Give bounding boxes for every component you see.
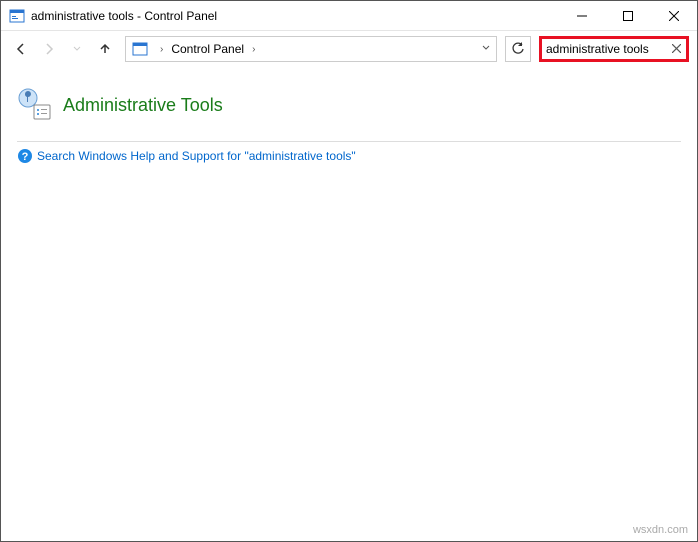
up-arrow-icon [98, 42, 112, 56]
control-panel-window: administrative tools - Control Panel [0, 0, 698, 542]
help-search-link[interactable]: Search Windows Help and Support for "adm… [37, 149, 356, 163]
forward-arrow-icon [42, 42, 56, 56]
content-area: Administrative Tools ? Search Windows He… [1, 67, 697, 541]
window-controls [559, 1, 697, 30]
administrative-tools-link[interactable]: Administrative Tools [63, 95, 223, 116]
x-icon [672, 44, 681, 53]
back-arrow-icon [14, 42, 28, 56]
search-input[interactable] [542, 42, 666, 56]
help-icon: ? [17, 148, 33, 164]
refresh-button[interactable] [505, 36, 531, 62]
minimize-button[interactable] [559, 1, 605, 30]
address-bar[interactable]: › Control Panel › [125, 36, 497, 62]
divider [17, 141, 681, 142]
maximize-button[interactable] [605, 1, 651, 30]
refresh-icon [511, 42, 525, 56]
chevron-down-icon [73, 45, 81, 53]
search-clear-button[interactable] [666, 42, 686, 56]
up-button[interactable] [93, 37, 117, 61]
minimize-icon [577, 11, 587, 21]
control-panel-icon [130, 39, 150, 59]
search-result-item: Administrative Tools [17, 87, 681, 123]
close-icon [669, 11, 679, 21]
maximize-icon [623, 11, 633, 21]
close-button[interactable] [651, 1, 697, 30]
help-search-row: ? Search Windows Help and Support for "a… [17, 148, 681, 164]
breadcrumb-chevron-icon[interactable]: › [246, 44, 261, 55]
back-button[interactable] [9, 37, 33, 61]
navigation-bar: › Control Panel › [1, 31, 697, 67]
administrative-tools-icon [17, 87, 53, 123]
breadcrumb-chevron-icon[interactable]: › [154, 44, 169, 55]
app-icon [9, 8, 25, 24]
forward-button[interactable] [37, 37, 61, 61]
svg-text:?: ? [22, 151, 29, 163]
window-title: administrative tools - Control Panel [31, 9, 559, 23]
watermark: wsxdn.com [633, 524, 688, 536]
chevron-down-icon [482, 44, 490, 52]
title-bar: administrative tools - Control Panel [1, 1, 697, 31]
breadcrumb-control-panel[interactable]: Control Panel [169, 42, 246, 56]
address-dropdown[interactable] [476, 44, 496, 55]
recent-dropdown[interactable] [65, 37, 89, 61]
search-box [539, 36, 689, 62]
